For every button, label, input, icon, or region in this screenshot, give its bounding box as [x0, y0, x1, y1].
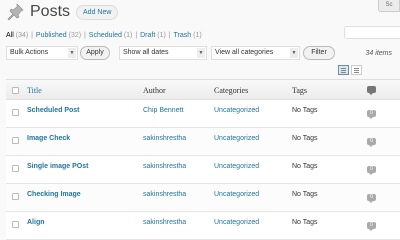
comment-count: 0	[370, 166, 373, 172]
post-title-link[interactable]: Checking Image	[27, 191, 81, 198]
categories-select[interactable]: View all categories ▼	[211, 46, 300, 60]
bulk-actions-value: Bulk Actions	[10, 49, 49, 56]
row-checkbox[interactable]	[12, 193, 19, 200]
comment-count-icon[interactable]: 0	[367, 194, 376, 203]
row-checkbox[interactable]	[12, 165, 19, 172]
view-switch	[338, 65, 362, 75]
comment-count-icon[interactable]: 0	[367, 166, 376, 175]
comment-count: 0	[370, 222, 373, 228]
row-checkbox[interactable]	[12, 221, 19, 228]
column-title[interactable]: Title	[27, 86, 42, 95]
comment-count: 0	[370, 110, 373, 116]
column-author: Author	[143, 86, 166, 95]
post-category-link[interactable]: Uncategorized	[214, 107, 259, 114]
status-filter-links: All (34) | Published (32) | Scheduled (1…	[6, 32, 202, 39]
post-title-link[interactable]: Align	[27, 219, 45, 226]
table-nav: Bulk Actions ▼ Apply Show all dates ▼ Vi…	[6, 46, 400, 62]
categories-value: View all categories	[215, 49, 274, 56]
page-title: Posts	[30, 3, 71, 20]
chevron-down-icon: ▼	[290, 48, 298, 58]
table-header: Title Author Categories Tags	[6, 80, 400, 100]
post-title-link[interactable]: Scheduled Post	[27, 107, 80, 114]
filter-scheduled[interactable]: Scheduled (1)	[89, 32, 133, 39]
post-tags: No Tags	[292, 107, 318, 114]
comment-count-icon[interactable]: 0	[367, 138, 376, 147]
post-tags: No Tags	[292, 163, 318, 170]
posts-table: Title Author Categories Tags Scheduled P…	[6, 79, 400, 240]
post-author-link[interactable]: sakinshrestha	[143, 163, 186, 170]
comment-count: 0	[370, 138, 373, 144]
items-count: 34 items	[365, 50, 392, 57]
filter-draft[interactable]: Draft (1)	[140, 32, 166, 39]
table-row: Image Check sakinshrestha Uncategorized …	[6, 128, 400, 156]
post-tags: No Tags	[292, 219, 318, 226]
post-category-link[interactable]: Uncategorized	[214, 135, 259, 142]
search-input[interactable]	[344, 26, 400, 39]
apply-button[interactable]: Apply	[80, 46, 110, 60]
chevron-down-icon: ▼	[197, 48, 205, 58]
post-title-link[interactable]: Single image POst	[27, 163, 88, 170]
post-author-link[interactable]: sakinshrestha	[143, 135, 186, 142]
table-row: Scheduled Post Chip Bennett Uncategorize…	[6, 100, 400, 128]
add-new-button[interactable]: Add New	[76, 4, 119, 20]
table-row: Checking Image sakinshrestha Uncategoriz…	[6, 184, 400, 212]
comment-count-icon[interactable]: 0	[367, 222, 376, 231]
column-title-link[interactable]: Title	[27, 86, 42, 95]
column-categories: Categories	[214, 86, 249, 95]
post-tags: No Tags	[292, 135, 318, 142]
pushpin-icon	[7, 3, 24, 21]
excerpt-view-icon[interactable]	[351, 65, 362, 75]
comment-count-icon[interactable]: 0	[367, 110, 376, 119]
filter-all[interactable]: All (34)	[6, 32, 28, 39]
chevron-down-icon: ▼	[68, 48, 76, 58]
comment-count: 0	[370, 194, 373, 200]
row-checkbox[interactable]	[12, 109, 19, 116]
table-row: Single image POst sakinshrestha Uncatego…	[6, 156, 400, 184]
row-checkbox[interactable]	[12, 137, 19, 144]
column-tags: Tags	[292, 86, 307, 95]
post-category-link[interactable]: Uncategorized	[214, 191, 259, 198]
screen-options-tab[interactable]: Sc	[378, 0, 400, 12]
page-header: Posts Add New	[6, 2, 119, 22]
table-row: Align sakinshrestha Uncategorized No Tag…	[6, 212, 400, 240]
post-author-link[interactable]: sakinshrestha	[143, 191, 186, 198]
post-tags: No Tags	[292, 191, 318, 198]
comment-bubble-icon[interactable]	[367, 86, 376, 95]
post-category-link[interactable]: Uncategorized	[214, 219, 259, 226]
filter-trash[interactable]: Trash (1)	[174, 32, 202, 39]
filter-button[interactable]: Filter	[303, 46, 335, 60]
list-view-icon[interactable]	[338, 65, 349, 75]
dates-value: Show all dates	[123, 49, 169, 56]
dates-select[interactable]: Show all dates ▼	[119, 46, 207, 60]
bulk-actions-select[interactable]: Bulk Actions ▼	[6, 46, 78, 60]
post-author-link[interactable]: Chip Bennett	[143, 107, 183, 114]
filter-published[interactable]: Published (32)	[36, 32, 81, 39]
post-category-link[interactable]: Uncategorized	[214, 163, 259, 170]
post-author-link[interactable]: sakinshrestha	[143, 219, 186, 226]
select-all-checkbox[interactable]	[12, 87, 19, 94]
post-title-link[interactable]: Image Check	[27, 135, 70, 142]
